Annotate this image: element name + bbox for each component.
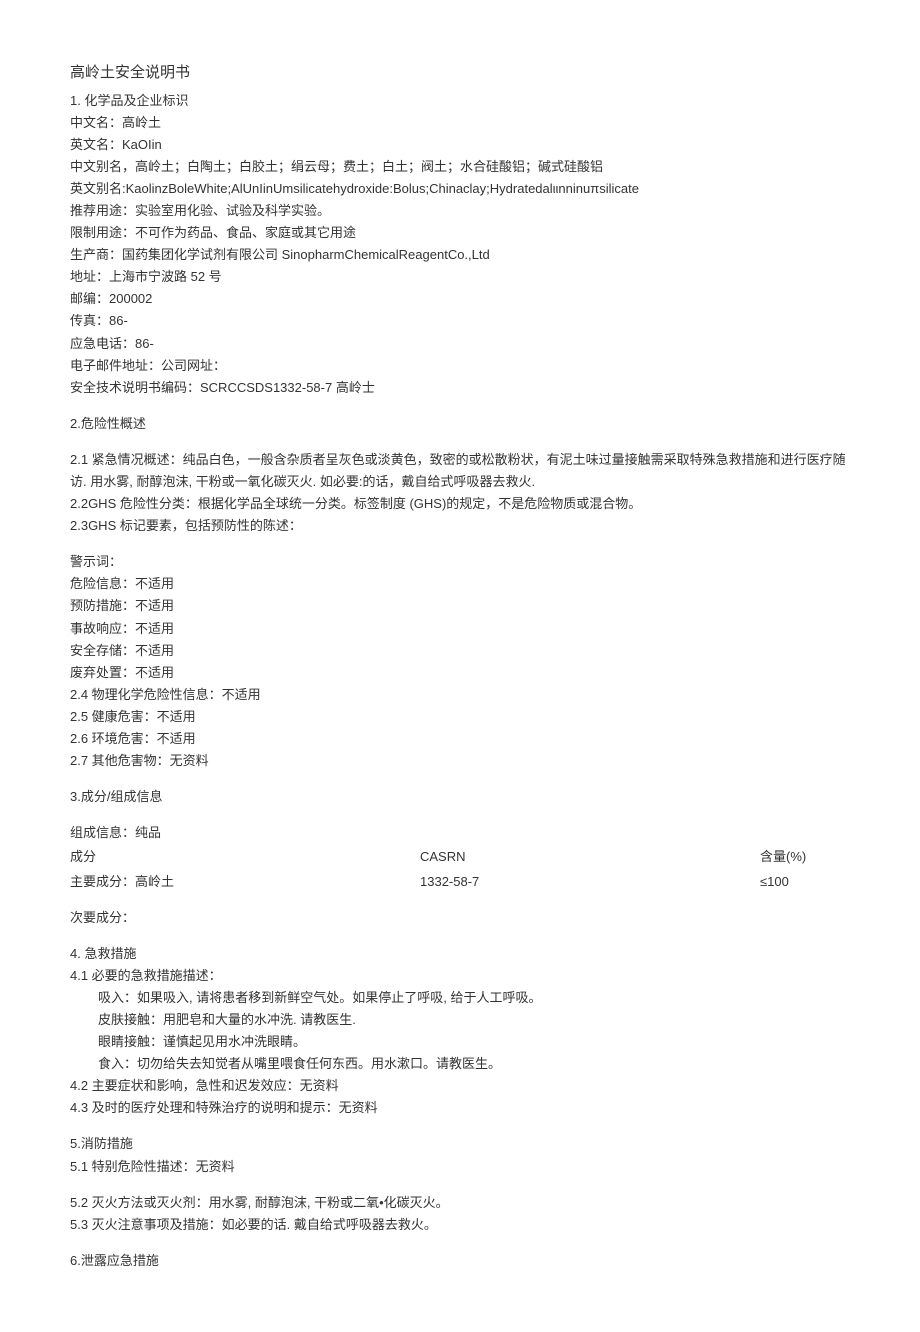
inhalation: 吸入：如果吸入, 请将患者移到新鲜空气处。如果停止了呼吸, 给于人工呼吸。: [70, 987, 850, 1009]
cn-alias: 中文别名，高岭土；白陶土；白胶土；绢云母；费土；白土；阀土；水合硅酸铝；碱式硅酸…: [70, 156, 850, 178]
s4-1: 4.1 必要的急救措施描述：: [70, 965, 850, 987]
s1-heading: 1. 化学品及企业标识: [70, 90, 850, 112]
s6-heading: 6.泄露应急措施: [70, 1250, 850, 1272]
hdr-cas: CASRN: [420, 846, 760, 868]
s2-2: 2.2GHS 危险性分类：根据化学品全球统一分类。标签制度 (GHS)的规定，不…: [70, 493, 850, 515]
emergency-tel: 应急电话：86-: [70, 333, 850, 355]
hdr-percent: 含量(%): [760, 846, 850, 868]
comp-header-row: 成分 CASRN 含量(%): [70, 846, 850, 868]
s3-heading: 3.成分/组成信息: [70, 786, 850, 808]
warn-word: 警示词：: [70, 551, 850, 573]
main-component: 主要成分：高岭土: [70, 871, 420, 893]
s2-1: 2.1 紧急情况概述：纯品白色，一般含杂质者呈灰色或淡黄色，致密的或松散粉状，有…: [70, 449, 850, 493]
s4-3: 4.3 及时的医疗处理和特殊治疗的说明和提示：无资料: [70, 1097, 850, 1119]
s4-heading: 4. 急救措施: [70, 943, 850, 965]
doc-title: 高岭土安全说明书: [70, 60, 850, 86]
sds-code: 安全技术说明书编码：SCRCCSDS1332-58-7 高岭士: [70, 377, 850, 399]
s4-2: 4.2 主要症状和影响，急性和迟发效应：无资料: [70, 1075, 850, 1097]
skin-contact: 皮肤接触：用肥皂和大量的水冲洗. 请教医生.: [70, 1009, 850, 1031]
s2-4: 2.4 物理化学危险性信息：不适用: [70, 684, 850, 706]
en-name: 英文名：KaOIin: [70, 134, 850, 156]
s5-1: 5.1 特别危险性描述：无资料: [70, 1156, 850, 1178]
s5-3: 5.3 灭火注意事项及措施：如必要的话. 戴自给式呼吸器去救火。: [70, 1214, 850, 1236]
lim-use: 限制用途：不可作为药品、食品、家庭或其它用途: [70, 222, 850, 244]
comp-main-row: 主要成分：高岭土 1332-58-7 ≤100: [70, 871, 850, 893]
en-alias: 英文别名:KaolinzBoleWhite;AlUnIinUmsilicateh…: [70, 178, 850, 200]
hazard-info: 危险信息：不适用: [70, 573, 850, 595]
minor-component: 次要成分：: [70, 907, 850, 929]
s2-6: 2.6 环境危害：不适用: [70, 728, 850, 750]
main-percent: ≤100: [760, 871, 850, 893]
fax: 传真：86-: [70, 310, 850, 332]
accident-response: 事故响应：不适用: [70, 618, 850, 640]
hdr-component: 成分: [70, 846, 420, 868]
safe-storage: 安全存储：不适用: [70, 640, 850, 662]
s2-5: 2.5 健康危害：不适用: [70, 706, 850, 728]
s5-2: 5.2 灭火方法或灭火剂：用水雾, 耐醇泡沫, 干粉或二氧•化碳灭火。: [70, 1192, 850, 1214]
address: 地址：上海市宁波路 52 号: [70, 266, 850, 288]
eye-contact: 眼睛接触：谨慎起见用水冲洗眼睛。: [70, 1031, 850, 1053]
rec-use: 推荐用途：实验室用化验、试验及科学实验。: [70, 200, 850, 222]
composition-info: 组成信息：纯品: [70, 822, 850, 844]
disposal: 废弃处置：不适用: [70, 662, 850, 684]
prevention: 预防措施：不适用: [70, 595, 850, 617]
manufacturer: 生产商：国药集团化学试剂有限公司 SinopharmChemicalReagen…: [70, 244, 850, 266]
s2-7: 2.7 其他危害物：无资料: [70, 750, 850, 772]
s5-heading: 5.消防措施: [70, 1133, 850, 1155]
ingestion: 食入：切勿给失去知觉者从嘴里喂食任何东西。用水漱口。请教医生。: [70, 1053, 850, 1075]
email-web: 电子邮件地址：公司网址：: [70, 355, 850, 377]
main-cas: 1332-58-7: [420, 871, 760, 893]
s2-3: 2.3GHS 标记要素，包括预防性的陈述：: [70, 515, 850, 537]
postcode: 邮编：200002: [70, 288, 850, 310]
s2-heading: 2.危险性概述: [70, 413, 850, 435]
cn-name: 中文名：高岭土: [70, 112, 850, 134]
